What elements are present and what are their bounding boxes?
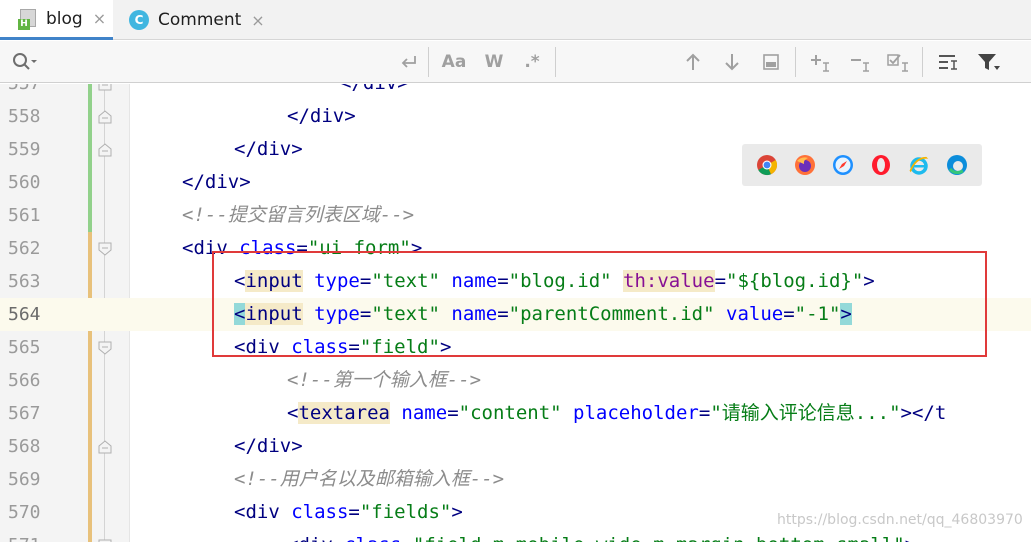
tab-comment[interactable]: C Comment × [113, 0, 273, 40]
code-editor[interactable]: 557 </div> 558 </div> 559 </div> 560 </div> 561 <… [0, 84, 1031, 542]
code-token: "fields" [359, 501, 452, 523]
whole-words-toggle[interactable]: W [478, 41, 510, 83]
code-text[interactable]: </div> [340, 84, 409, 100]
line-number[interactable]: 567 [8, 397, 68, 430]
search-icon[interactable] [10, 41, 40, 83]
code-token: = [447, 402, 459, 424]
code-text[interactable]: <!--提交留言列表区域--> [182, 199, 414, 232]
code-token: <div [234, 501, 292, 523]
filter-lines-icon[interactable] [932, 41, 964, 83]
line-number[interactable]: 569 [8, 463, 68, 496]
safari-icon[interactable] [832, 154, 854, 176]
code-token: = [348, 501, 360, 523]
line-number[interactable]: 562 [8, 232, 68, 265]
code-line[interactable]: 558 </div> [0, 100, 1031, 133]
code-text[interactable]: </div> [234, 133, 303, 166]
tab-blog[interactable]: H blog × [0, 0, 113, 40]
code-token: "请输入评论信息..." [710, 402, 901, 424]
highlight-annotation-box [212, 251, 987, 357]
code-token: </div> [182, 171, 251, 193]
line-number[interactable]: 563 [8, 265, 68, 298]
code-line[interactable]: 568 </div> [0, 430, 1031, 463]
add-selection-icon[interactable] [805, 41, 835, 83]
code-token: </div> [287, 105, 356, 127]
chrome-icon[interactable] [756, 154, 778, 176]
code-token: = [401, 534, 412, 542]
code-line[interactable]: 557 </div> [0, 84, 1031, 100]
line-number[interactable]: 561 [8, 199, 68, 232]
tab-label: Comment [158, 10, 242, 30]
code-line[interactable]: 561 <!--提交留言列表区域--> [0, 199, 1031, 232]
next-occurrence-icon[interactable] [717, 41, 747, 83]
class-icon: C [129, 10, 149, 30]
close-icon[interactable]: × [93, 9, 106, 28]
match-case-toggle[interactable]: Aa [438, 41, 470, 83]
code-line[interactable]: 566 <!--第一个输入框--> [0, 364, 1031, 397]
select-all-occurrences-icon[interactable] [756, 41, 786, 83]
line-number[interactable]: 570 [8, 496, 68, 529]
code-token: </div> [234, 138, 303, 160]
code-line[interactable]: 569 <!--用户名以及邮箱输入框--> [0, 463, 1031, 496]
code-token: placeholder [573, 402, 699, 424]
code-text[interactable]: <!--用户名以及邮箱输入框--> [234, 463, 504, 496]
code-token: ></t [900, 402, 947, 424]
tab-label: blog [46, 8, 83, 29]
line-number[interactable]: 568 [8, 430, 68, 463]
line-number[interactable]: 558 [8, 100, 68, 133]
code-text[interactable]: <div class="fields"> [234, 496, 463, 529]
ie-icon[interactable] [908, 154, 930, 176]
line-number[interactable]: 566 [8, 364, 68, 397]
code-token: <div [287, 534, 344, 542]
search-input[interactable] [40, 41, 380, 83]
code-token: name [401, 402, 448, 424]
browser-preview-toolbar [742, 144, 982, 186]
select-all-icon[interactable] [884, 41, 914, 83]
code-token: class [344, 534, 401, 542]
code-token: </div> [340, 84, 409, 94]
close-icon[interactable]: × [251, 11, 264, 30]
opera-icon[interactable] [870, 154, 892, 176]
regex-toggle[interactable]: .* [516, 41, 548, 83]
code-token: = [698, 402, 711, 424]
editor-tab-bar: H blog × C Comment × [0, 0, 1031, 40]
code-text[interactable]: </div> [182, 166, 251, 199]
code-token: <!--用户名以及邮箱输入框--> [234, 468, 505, 490]
find-bar: Aa W .* [0, 41, 1031, 83]
code-token: > [451, 501, 463, 523]
newline-icon[interactable] [394, 41, 424, 83]
line-number[interactable]: 565 [8, 331, 68, 364]
code-token: "field m-mobile-wide m-margin-bottom-sma… [413, 534, 905, 542]
code-token: <!--提交留言列表区域--> [182, 204, 415, 226]
code-token: </div> [234, 435, 303, 457]
edge-icon[interactable] [946, 154, 968, 176]
line-number[interactable]: 559 [8, 133, 68, 166]
code-line[interactable]: 567 <textarea name="content" placeholder=… [0, 397, 1031, 430]
code-token: textarea [298, 402, 390, 424]
filter-icon[interactable] [972, 41, 1006, 83]
previous-occurrence-icon[interactable] [678, 41, 708, 83]
code-text[interactable]: <textarea name="content" placeholder="请输… [287, 397, 946, 430]
code-token: "content" [458, 402, 562, 424]
line-number[interactable]: 557 [8, 84, 68, 100]
code-line[interactable]: 571 <div class="field m-mobile-wide m-mar… [0, 529, 1031, 542]
line-number[interactable]: 560 [8, 166, 68, 199]
html-file-icon: H [18, 8, 38, 30]
firefox-icon[interactable] [794, 154, 816, 176]
code-text[interactable]: </div> [287, 100, 356, 133]
code-token: class [291, 501, 349, 523]
line-number[interactable]: 564 [8, 298, 68, 331]
code-text[interactable]: </div> [234, 430, 303, 463]
code-token: < [287, 402, 299, 424]
watermark: https://blog.csdn.net/qq_46803970 [777, 512, 1023, 528]
code-text[interactable]: <div class="field m-mobile-wide m-margin… [287, 529, 916, 542]
code-text[interactable]: <!--第一个输入框--> [287, 364, 481, 397]
line-number[interactable]: 571 [8, 529, 68, 542]
remove-selection-icon[interactable] [845, 41, 875, 83]
code-token: <!--第一个输入框--> [287, 369, 482, 391]
code-token: > [905, 534, 916, 542]
